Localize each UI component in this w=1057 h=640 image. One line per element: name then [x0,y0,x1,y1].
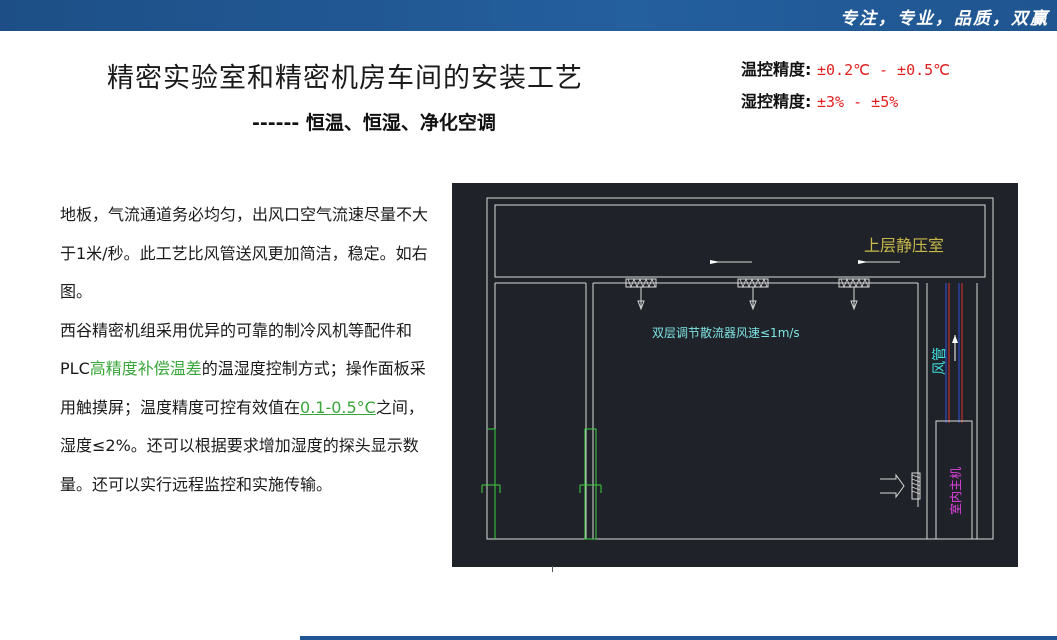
upper-plenum-label: 上层静压室 [864,236,944,255]
page-subtitle: ------ 恒温、恒湿、净化空调 [252,112,496,134]
top-banner: 专注，专业，品质，双赢 [0,0,1057,31]
installation-diagram: 上层静压室 双层调节散流器风速≤1m/s 风管 室内主机 [452,183,1018,567]
highlight-text: 高精度补偿温差 [89,359,202,378]
spec-value: ±0.2℃ - ±0.5℃ [816,61,951,79]
diffuser-label: 双层调节散流器风速≤1m/s [652,325,800,340]
humidity-spec: 湿控精度: ±3% - ±5% [741,88,898,112]
spec-label: 湿控精度: [741,92,812,111]
paragraph-control: 西谷精密机组采用优异的可靠的制冷风机等配件和PLC高精度补偿温差的温湿度控制方式… [60,312,432,505]
temperature-spec: 温控精度: ±0.2℃ - ±0.5℃ [741,56,950,80]
footer-bar [300,636,1057,640]
spec-label: 温控精度: [741,60,812,79]
paragraph-airflow: 地板，气流通道务必均匀，出风口空气流速尽量不大于1米/秒。此工艺比风管送风更加简… [60,205,429,301]
duct-label: 风管 [932,347,948,375]
spec-value: ±3% - ±5% [816,93,899,111]
description-text: 地板，气流通道务必均匀，出风口空气流速尽量不大于1米/秒。此工艺比风管送风更加简… [60,196,432,504]
indoor-unit-label: 室内主机 [948,467,963,515]
divider-tick [552,566,553,572]
precision-range-link: 0.1-0.5°C [300,397,376,417]
slogan: 专注，专业，品质，双赢 [840,9,1049,29]
page-title: 精密实验室和精密机房车间的安装工艺 [107,63,583,94]
